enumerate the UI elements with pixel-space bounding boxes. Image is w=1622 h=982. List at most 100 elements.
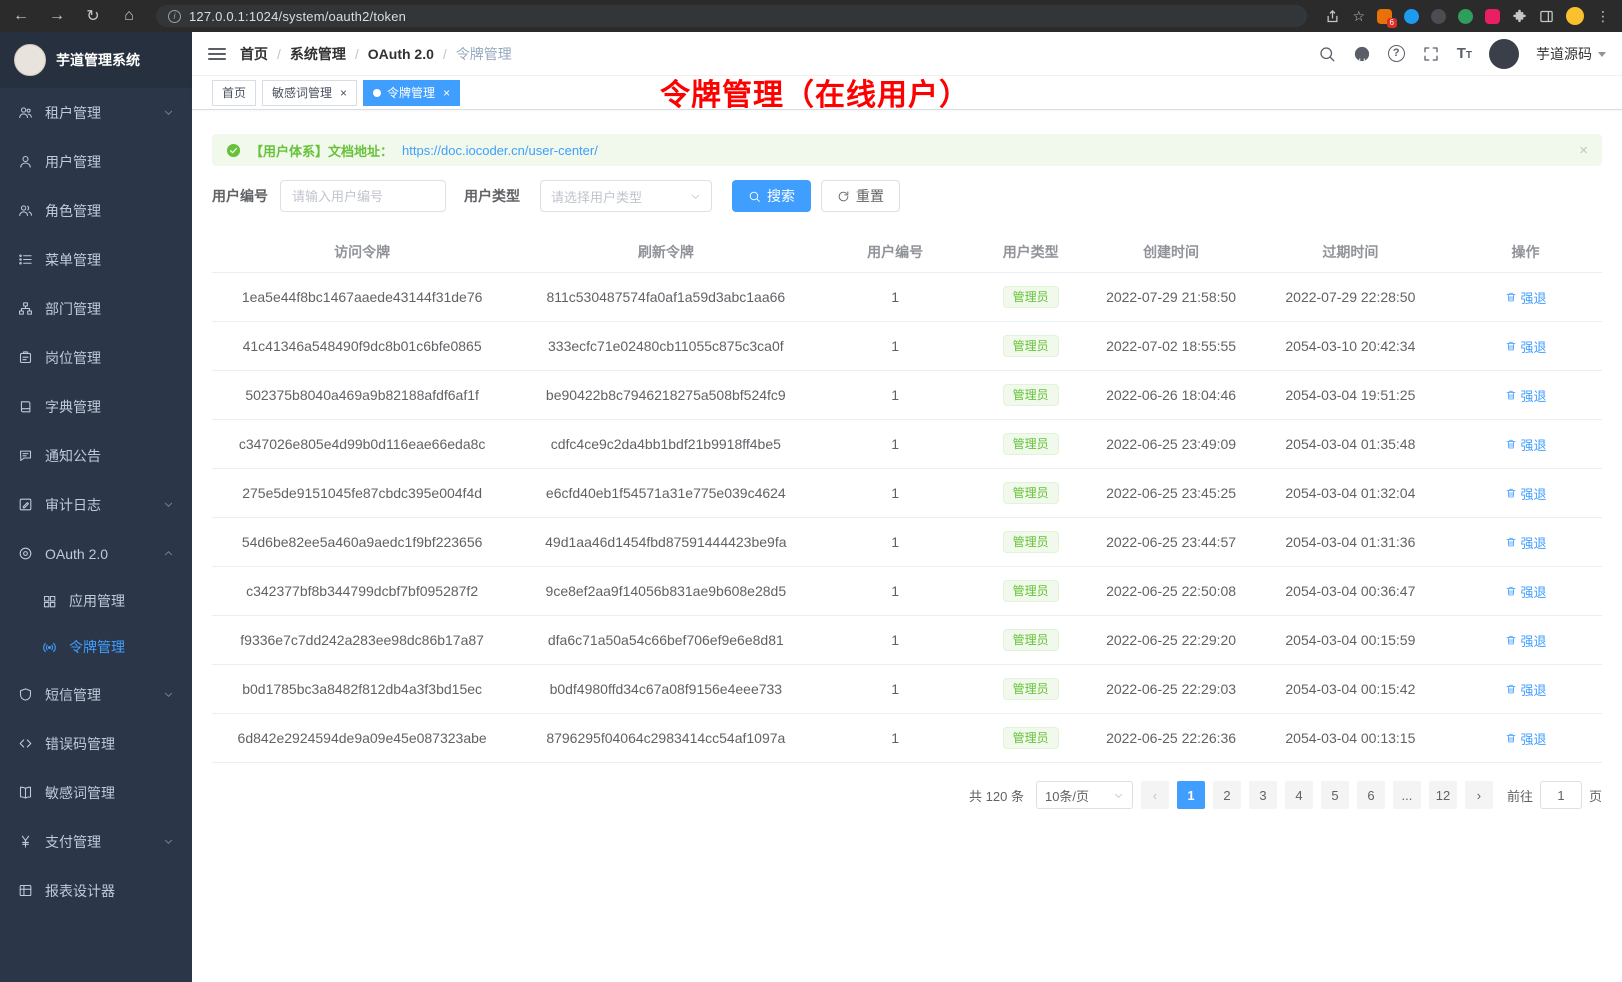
user-type-badge: 管理员: [1003, 335, 1059, 357]
fullscreen-icon[interactable]: [1422, 45, 1440, 63]
extension-pink-icon[interactable]: [1485, 9, 1500, 24]
force-logout-button[interactable]: 强退: [1505, 582, 1547, 601]
user-type-cell: 管理员: [971, 616, 1091, 664]
page-button-6[interactable]: 6: [1357, 781, 1385, 809]
back-icon[interactable]: ←: [12, 7, 30, 25]
page-button-4[interactable]: 4: [1285, 781, 1313, 809]
sidebar-item-role[interactable]: 角色管理: [0, 186, 192, 235]
tab-token[interactable]: 令牌管理 ×: [363, 80, 460, 106]
search-button[interactable]: 搜索: [732, 180, 811, 212]
page-size-select[interactable]: 10条/页: [1036, 781, 1133, 809]
address-bar[interactable]: i 127.0.0.1:1024/system/oauth2/token: [156, 5, 1307, 27]
created-time-cell: 2022-06-25 22:26:36: [1090, 714, 1251, 762]
sidebar-item-audit-log[interactable]: 审计日志: [0, 480, 192, 529]
browser-profile-avatar[interactable]: [1566, 7, 1584, 25]
user-avatar[interactable]: [1489, 39, 1519, 69]
home-icon[interactable]: ⌂: [120, 7, 138, 25]
user-id-input[interactable]: [280, 180, 446, 212]
filter-form: 用户编号 用户类型 请选择用户类型 搜索 重置: [212, 180, 1602, 212]
site-info-icon[interactable]: i: [168, 10, 181, 23]
github-icon[interactable]: [1353, 45, 1371, 63]
user-menu[interactable]: 芋道源码: [1536, 44, 1606, 64]
side-panel-icon[interactable]: [1539, 9, 1554, 24]
search-icon[interactable]: [1318, 45, 1336, 63]
sidebar-item-oauth-app[interactable]: 应用管理: [0, 578, 192, 624]
prev-page-button[interactable]: ‹: [1141, 781, 1169, 809]
url-text: 127.0.0.1:1024/system/oauth2/token: [189, 9, 406, 24]
sidebar-item-menu[interactable]: 菜单管理: [0, 235, 192, 284]
user-id-label: 用户编号: [212, 186, 268, 206]
reset-button[interactable]: 重置: [821, 180, 900, 212]
extension-green-icon[interactable]: [1458, 9, 1473, 24]
tab-close-icon[interactable]: ×: [443, 87, 450, 99]
force-logout-button[interactable]: 强退: [1505, 288, 1547, 307]
sidebar-item-user[interactable]: 用户管理: [0, 137, 192, 186]
font-size-icon[interactable]: TT: [1457, 45, 1472, 62]
chevron-up-icon: [163, 548, 174, 559]
browser-menu-icon[interactable]: ⋮: [1596, 8, 1610, 25]
sidebar-item-sms[interactable]: 短信管理: [0, 670, 192, 719]
chevron-down-icon: [163, 107, 174, 118]
bookmark-star-icon[interactable]: ☆: [1352, 8, 1365, 25]
sidebar-item-dept[interactable]: 部门管理: [0, 284, 192, 333]
sidebar-item-post[interactable]: 岗位管理: [0, 333, 192, 382]
force-logout-button[interactable]: 强退: [1505, 435, 1547, 454]
force-logout-button[interactable]: 强退: [1505, 729, 1547, 748]
sidebar-item-error-code[interactable]: 错误码管理: [0, 719, 192, 768]
created-time-cell: 2022-06-25 23:49:09: [1090, 420, 1251, 468]
tab-home[interactable]: 首页: [212, 80, 256, 106]
tab-active-dot: [373, 89, 381, 97]
force-logout-button[interactable]: 强退: [1505, 386, 1547, 405]
extension-twitter-icon[interactable]: [1404, 9, 1419, 24]
extensions-puzzle-icon[interactable]: [1512, 9, 1527, 24]
page-button-5[interactable]: 5: [1321, 781, 1349, 809]
sidebar-item-pay[interactable]: 支付管理: [0, 817, 192, 866]
user-type-select[interactable]: 请选择用户类型: [540, 180, 712, 212]
app-logo[interactable]: 芋道管理系统: [0, 32, 192, 88]
breadcrumb-system[interactable]: 系统管理: [290, 44, 346, 64]
forward-icon[interactable]: →: [48, 7, 66, 25]
page-button-1[interactable]: 1: [1177, 781, 1205, 809]
help-icon[interactable]: ?: [1388, 45, 1405, 62]
breadcrumb-home[interactable]: 首页: [240, 44, 268, 64]
share-icon[interactable]: [1325, 9, 1340, 24]
reload-icon[interactable]: ↻: [84, 6, 102, 26]
created-time-cell: 2022-06-25 23:45:25: [1090, 469, 1251, 517]
extension-grid-icon[interactable]: 6: [1377, 9, 1392, 24]
force-logout-label: 强退: [1521, 729, 1547, 748]
action-cell: 强退: [1449, 371, 1602, 419]
force-logout-button[interactable]: 强退: [1505, 337, 1547, 356]
user-type-badge: 管理员: [1003, 580, 1059, 602]
user-type-cell: 管理员: [971, 322, 1091, 370]
alert-close-icon[interactable]: ×: [1579, 142, 1588, 159]
tab-sensitive-word[interactable]: 敏感词管理 ×: [262, 80, 357, 106]
tab-close-icon[interactable]: ×: [340, 87, 347, 99]
main-area: 令牌管理（在线用户） 首页 / 系统管理 / OAuth 2.0 / 令牌管理 …: [192, 32, 1622, 982]
sidebar-toggle-icon[interactable]: [208, 45, 226, 63]
sidebar-item-oauth-token[interactable]: 令牌管理: [0, 624, 192, 670]
goto-label: 前往: [1507, 786, 1533, 805]
goto-page-input[interactable]: [1540, 781, 1582, 809]
sidebar-item-dict[interactable]: 字典管理: [0, 382, 192, 431]
sidebar-item-oauth[interactable]: OAuth 2.0: [0, 529, 192, 578]
sidebar-item-report-designer[interactable]: 报表设计器: [0, 866, 192, 915]
extension-dark-icon[interactable]: [1431, 9, 1446, 24]
next-page-button[interactable]: ›: [1465, 781, 1493, 809]
page-button-3[interactable]: 3: [1249, 781, 1277, 809]
page-button-12[interactable]: 12: [1429, 781, 1457, 809]
sidebar-item-sensitive-word[interactable]: 敏感词管理: [0, 768, 192, 817]
user-id-cell: 1: [819, 616, 971, 664]
page-button-2[interactable]: 2: [1213, 781, 1241, 809]
force-logout-button[interactable]: 强退: [1505, 680, 1547, 699]
page-more-button[interactable]: ...: [1393, 781, 1421, 809]
force-logout-button[interactable]: 强退: [1505, 533, 1547, 552]
doc-link[interactable]: https://doc.iocoder.cn/user-center/: [402, 143, 598, 158]
delete-icon: [1505, 291, 1517, 303]
sidebar-item-tenant[interactable]: 租户管理: [0, 88, 192, 137]
created-time-cell: 2022-06-25 23:44:57: [1090, 518, 1251, 566]
delete-icon: [1505, 389, 1517, 401]
force-logout-button[interactable]: 强退: [1505, 484, 1547, 503]
force-logout-button[interactable]: 强退: [1505, 631, 1547, 650]
breadcrumb-oauth[interactable]: OAuth 2.0: [368, 46, 434, 62]
sidebar-item-notice[interactable]: 通知公告: [0, 431, 192, 480]
